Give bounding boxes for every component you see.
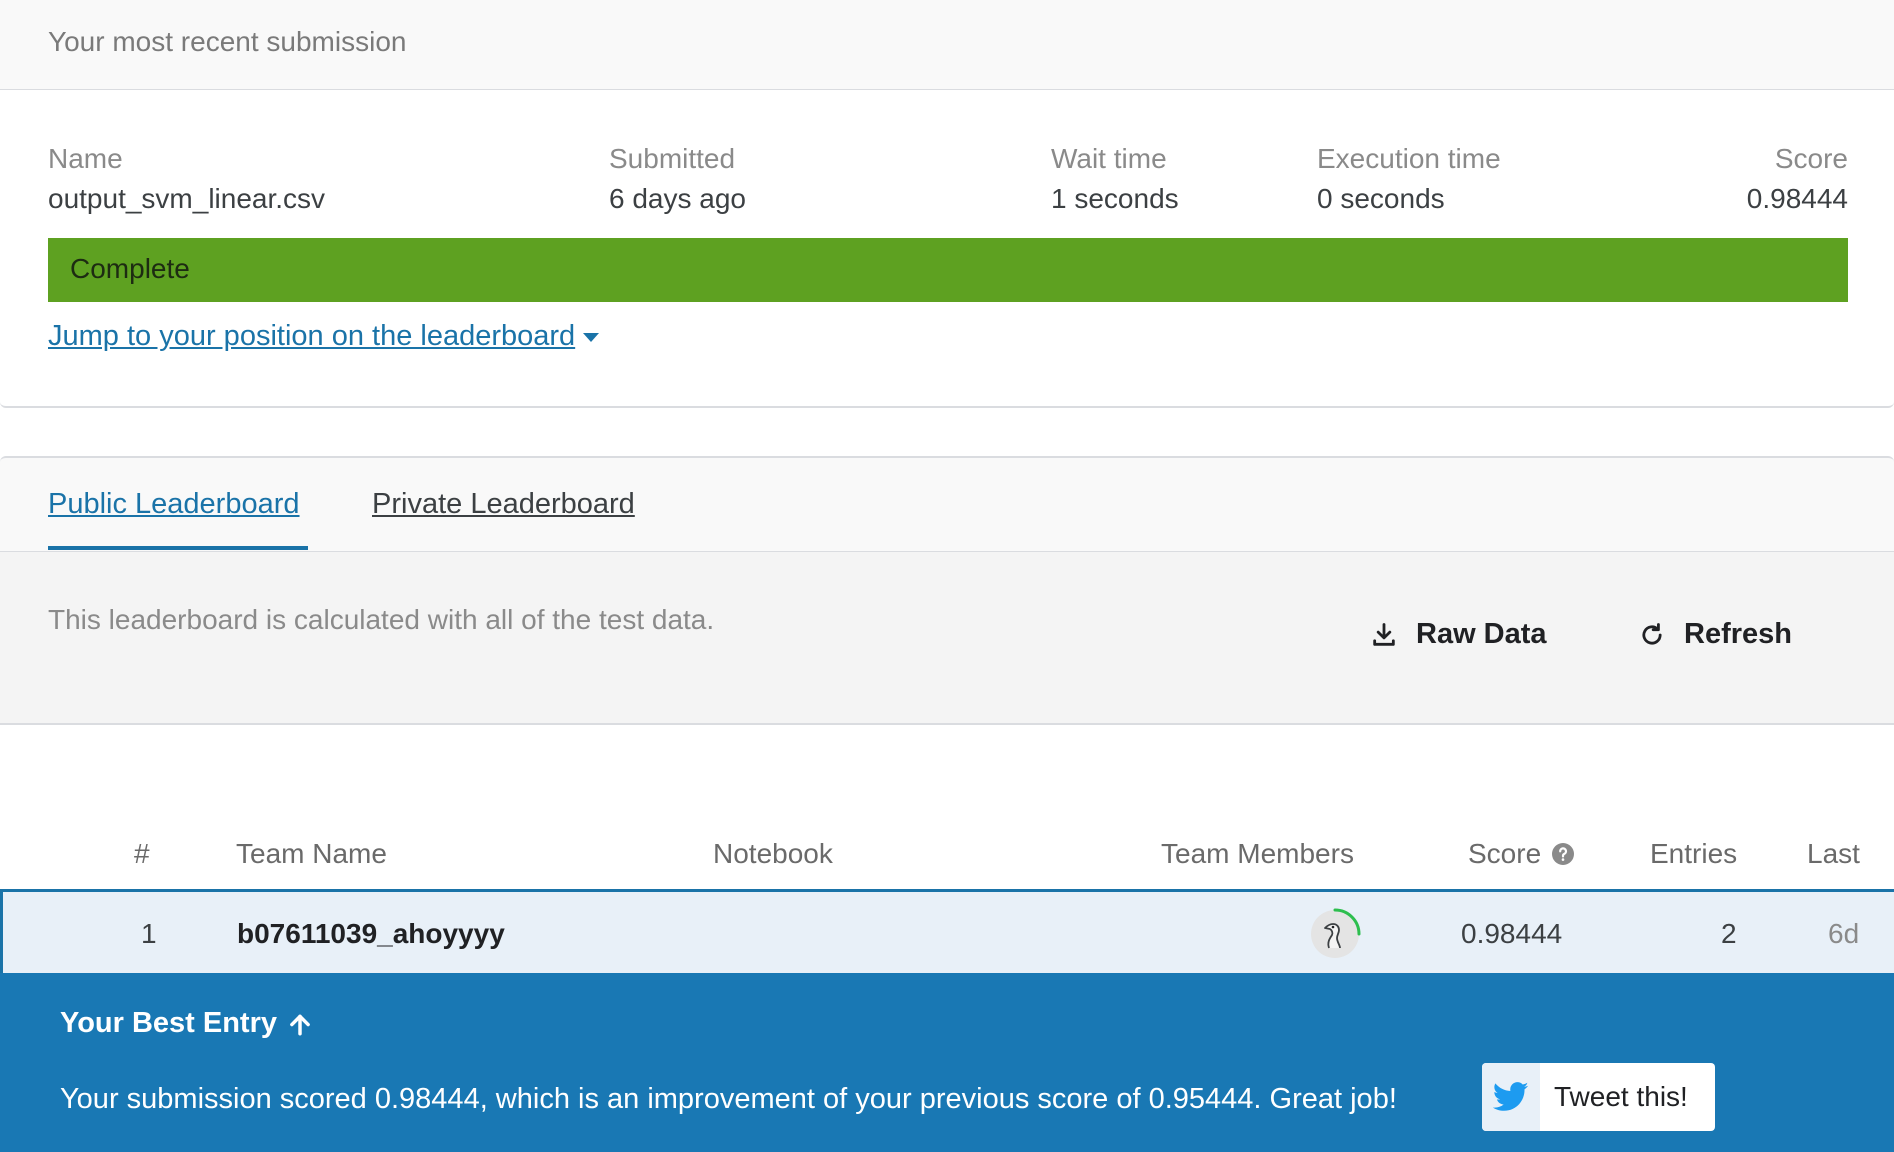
column-header-score-label: Score [1468,838,1542,869]
help-icon[interactable] [1551,842,1575,866]
tweet-button[interactable]: Tweet this! [1482,1063,1715,1131]
caret-down-icon [583,332,600,342]
wait-time-label: Wait time [1051,143,1167,174]
tab-private-leaderboard[interactable]: Private Leaderboard [372,488,635,521]
column-header-last: Last [1807,838,1860,869]
entries-cell: 2 [1721,918,1737,949]
raw-data-button[interactable]: Raw Data [1370,618,1547,651]
column-header-notebook: Notebook [713,838,833,869]
column-header-entries: Entries [1650,838,1738,869]
column-header-team-members: Team Members [1161,838,1354,869]
jump-to-position-link[interactable]: Jump to your position on the leaderboard [48,320,600,353]
jump-link-text: Jump to your position on the leaderboard [48,320,576,352]
submitted-label: Submitted [609,143,736,174]
tweet-label: Tweet this! [1554,1081,1688,1112]
best-entry-heading: Your Best Entry [60,1007,313,1040]
name-value: output_svm_linear.csv [48,183,326,214]
execution-time-column: Execution time 0 seconds [1317,142,1501,216]
refresh-button[interactable]: Refresh [1638,618,1792,651]
leaderboard-tabs: Public Leaderboard Private Leaderboard [0,456,1894,552]
submitted-value: 6 days ago [609,183,746,214]
goose-avatar-icon [1311,908,1361,958]
refresh-label: Refresh [1684,618,1792,650]
active-tab-indicator [48,546,308,550]
table-row[interactable]: 1 b07611039_ahoyyyy 0.98444 2 6d [0,889,1894,973]
last-cell: 6d [1828,918,1860,949]
rank-cell: 1 [141,918,157,949]
team-member-avatar[interactable] [1309,904,1365,960]
team-name-cell[interactable]: b07611039_ahoyyyy [237,918,505,950]
score-label: Score [1774,143,1848,174]
best-entry-message: Your submission scored 0.98444, which is… [60,1083,1397,1115]
submission-card: Name output_svm_linear.csv Submitted 6 d… [0,90,1894,408]
score-cell: 0.98444 [1461,918,1563,949]
leaderboard-info: This leaderboard is calculated with all … [0,552,1894,725]
twitter-icon-box [1482,1063,1540,1131]
leaderboard-description: This leaderboard is calculated with all … [48,604,715,635]
wait-time-value: 1 seconds [1051,183,1179,214]
status-bar: Complete [48,238,1848,302]
column-header-score: Score [1468,838,1575,870]
twitter-icon [1493,1082,1529,1111]
wait-time-column: Wait time 1 seconds [1051,142,1179,216]
execution-time-value: 0 seconds [1317,183,1445,214]
name-label: Name [48,143,123,174]
column-header-rank: # [134,838,150,869]
best-entry-banner: Your Best Entry Your submission scored 0… [0,973,1894,1152]
score-value: 0.98444 [1746,183,1848,214]
execution-time-label: Execution time [1317,143,1501,174]
status-text: Complete [70,253,190,284]
download-icon [1373,622,1395,646]
raw-data-label: Raw Data [1416,618,1547,650]
name-column: Name output_svm_linear.csv [48,142,325,216]
submission-header: Your most recent submission [0,0,1894,90]
submitted-column: Submitted 6 days ago [609,142,746,216]
column-header-team-name: Team Name [236,838,387,869]
best-entry-title: Your Best Entry [60,1007,278,1039]
tab-public-leaderboard[interactable]: Public Leaderboard [48,488,300,521]
score-column: Score 0.98444 [1747,142,1848,216]
submission-header-title: Your most recent submission [48,26,407,57]
arrow-up-icon [290,1014,310,1035]
refresh-icon [1642,622,1662,645]
